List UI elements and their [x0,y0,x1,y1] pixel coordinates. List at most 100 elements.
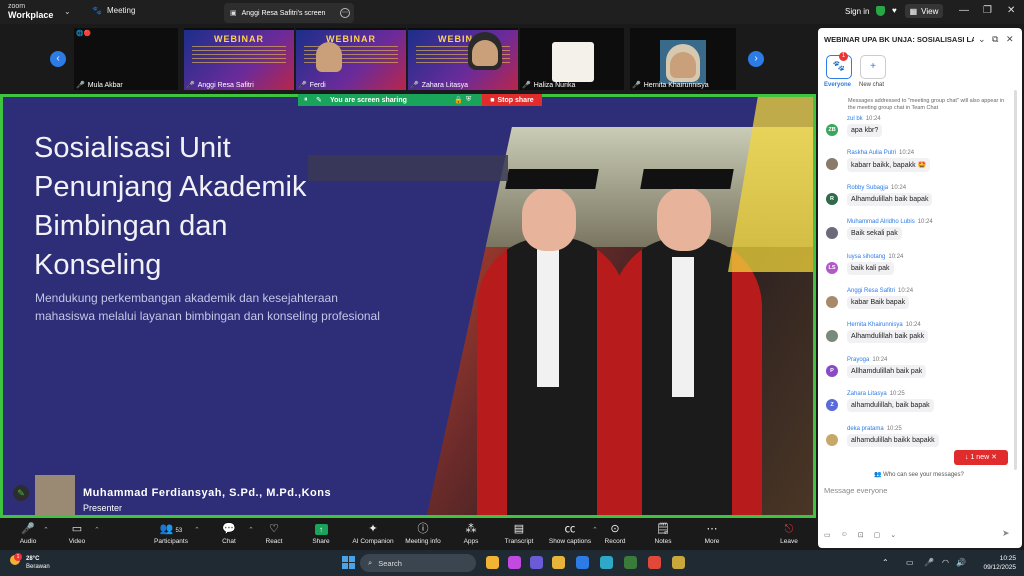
camera-tray-icon[interactable]: ▭ [906,558,914,567]
record-button[interactable]: ⊙ Record [590,522,640,545]
sender-avatar[interactable] [826,158,838,171]
captions-button[interactable]: ㏄ Show captions ⌃ [545,522,598,545]
message-input[interactable]: Message everyone [824,486,887,495]
participant-tile[interactable]: 🎤 Hernita Khairunnisya [630,28,736,90]
sender-name[interactable]: Robby Subagja [847,185,888,191]
sender-avatar[interactable] [826,433,838,446]
share-button[interactable]: ↑ Share [296,522,346,545]
more-options-icon[interactable]: ⌄ [890,531,896,539]
chevron-up-icon[interactable]: ⌃ [882,558,889,567]
chrome-icon[interactable] [648,556,661,569]
restore-icon[interactable]: ❐ [983,5,992,16]
video-button[interactable]: ▭ Video ⌃ [52,522,102,545]
popout-icon[interactable]: ⧉ [992,34,998,45]
photos-icon[interactable] [672,556,685,569]
chat-scrollbar[interactable] [1014,90,1017,470]
apps-button[interactable]: ⁂ Apps [446,522,496,545]
mic-tray-icon[interactable]: 🎤 [924,558,934,567]
search-icon: ⌕ [368,558,373,567]
chat-button[interactable]: 💬 Chat ⌃ [204,522,254,545]
wifi-icon[interactable]: ◠ [942,558,949,567]
screenshot-icon[interactable]: ▭ [824,531,831,539]
new-messages-button[interactable]: ↓ 1 new ✕ [954,450,1008,465]
chevron-down-icon[interactable]: ⌄ [64,7,71,16]
participant-tile[interactable]: WEBINAR 🎤 Anggi Resa Safitri [184,28,294,90]
more-icon[interactable]: ⋯ [340,8,350,18]
sender-avatar[interactable]: R [826,192,838,205]
view-button[interactable]: ▦ View [905,4,943,18]
sign-in-link[interactable]: Sign in [845,7,869,16]
chevron-down-icon[interactable]: ⌄ [978,34,986,45]
annotate-pen-icon[interactable]: ✎ [13,485,29,501]
who-can-see-link[interactable]: 👥 Who can see your messages? [874,471,964,478]
chevron-up-icon[interactable]: ⌃ [194,526,200,534]
ai-companion-button[interactable]: ✦ AI Companion [348,522,398,545]
sender-name[interactable]: Raskha Aulia Putri [847,150,896,156]
sender-line: Zahara Litasya 10:25 [847,391,905,397]
lock-icon[interactable]: 🔒 [454,96,463,104]
more-button[interactable]: ⋯ More [687,522,737,545]
graduate-face [657,187,711,251]
screen-share-tab[interactable]: ▣ Anggi Resa Safitri's screen ⋯ [224,3,354,23]
new-chat-button[interactable]: + [860,55,886,79]
sender-avatar[interactable]: ZB [826,124,838,136]
heart-icon[interactable]: ♥ [892,6,897,15]
notes-button[interactable]: 🗒 Notes [638,522,688,545]
react-button[interactable]: ♡ React [249,522,299,545]
participant-tile[interactable]: WEBINAR 🎤 Zahara Litasya [408,28,518,90]
sender-line: deka pratama 10:25 [847,426,902,432]
sender-name[interactable]: deka pratama [847,426,884,432]
copilot-icon[interactable] [508,556,521,569]
share-label: Share [312,538,330,545]
participant-tile[interactable]: 🌐🔴 🎤 Mula Akbar [74,28,178,90]
chevron-up-icon[interactable]: ⌃ [94,526,100,534]
sender-avatar[interactable]: Z [826,399,838,412]
participants-button[interactable]: 👥 53 Participants ⌃ [146,522,200,545]
taskbar-search[interactable]: ⌕ Search [360,554,476,572]
shield-share-icon[interactable]: ⛨ [466,96,471,104]
transcript-button[interactable]: ▤ Transcript [494,522,544,545]
sender-name[interactable]: Hernita Khairunnisya [847,322,903,328]
sender-name[interactable]: Anggi Resa Safitri [847,288,895,294]
close-icon[interactable]: ✕ [1007,5,1015,16]
file-explorer-icon[interactable] [552,556,565,569]
sender-name[interactable]: Muhammad Alridho Lubis [847,219,915,225]
system-clock[interactable]: 10:25 09/12/2025 [976,554,1016,572]
volume-icon[interactable]: 🔊 [956,558,966,567]
send-icon[interactable]: ➤ [1002,528,1010,539]
sender-avatar[interactable] [826,296,838,308]
sender-name[interactable]: zul bk [847,116,863,122]
sender-name[interactable]: Zahara Litasya [847,391,887,397]
sender-avatar[interactable] [826,330,838,343]
close-icon[interactable]: ✕ [1006,34,1014,45]
zoom-app-icon[interactable] [576,556,589,569]
sender-avatar[interactable]: LS [826,261,838,274]
meeting-tab[interactable]: 🐾 Meeting [92,6,135,15]
sender-avatar[interactable]: P [826,364,838,377]
shield-icon[interactable] [876,6,885,16]
annotate-icon[interactable]: ✎ [316,96,322,104]
sender-name[interactable]: luysa sihotang [847,254,885,260]
sender-name[interactable]: Prayoga [847,357,869,363]
code-icon[interactable]: ⊡ [858,531,864,539]
pause-icon[interactable]: ⏸ [304,96,308,104]
teams-icon[interactable] [530,556,543,569]
taskview-icon[interactable] [486,556,499,569]
participant-tile[interactable]: WEBINAR 🎤 Ferdi [296,28,406,90]
stop-share-button[interactable]: ■ Stop share [482,94,542,106]
audio-button[interactable]: 🎤 Audio ⌃ [3,522,53,545]
leave-button[interactable]: ⎋ Leave [764,522,814,545]
chevron-up-icon[interactable]: ⌃ [43,526,49,534]
gallery-next-button[interactable]: › [748,51,764,67]
start-icon[interactable] [342,556,355,569]
minimize-icon[interactable]: — [959,5,969,16]
sender-avatar[interactable] [826,227,838,240]
edge-icon[interactable] [600,556,613,569]
emoji-icon[interactable]: ☺ [841,531,848,539]
gallery-prev-button[interactable]: ‹ [50,51,66,67]
meeting-info-button[interactable]: ⓘ Meeting info [398,522,448,545]
whatsapp-icon[interactable] [624,556,637,569]
zoom-logo: zoom Workplace [8,3,68,20]
file-icon[interactable]: ▢ [874,531,881,539]
participant-tile[interactable]: 🎤 Haliza Nurika [520,28,624,90]
